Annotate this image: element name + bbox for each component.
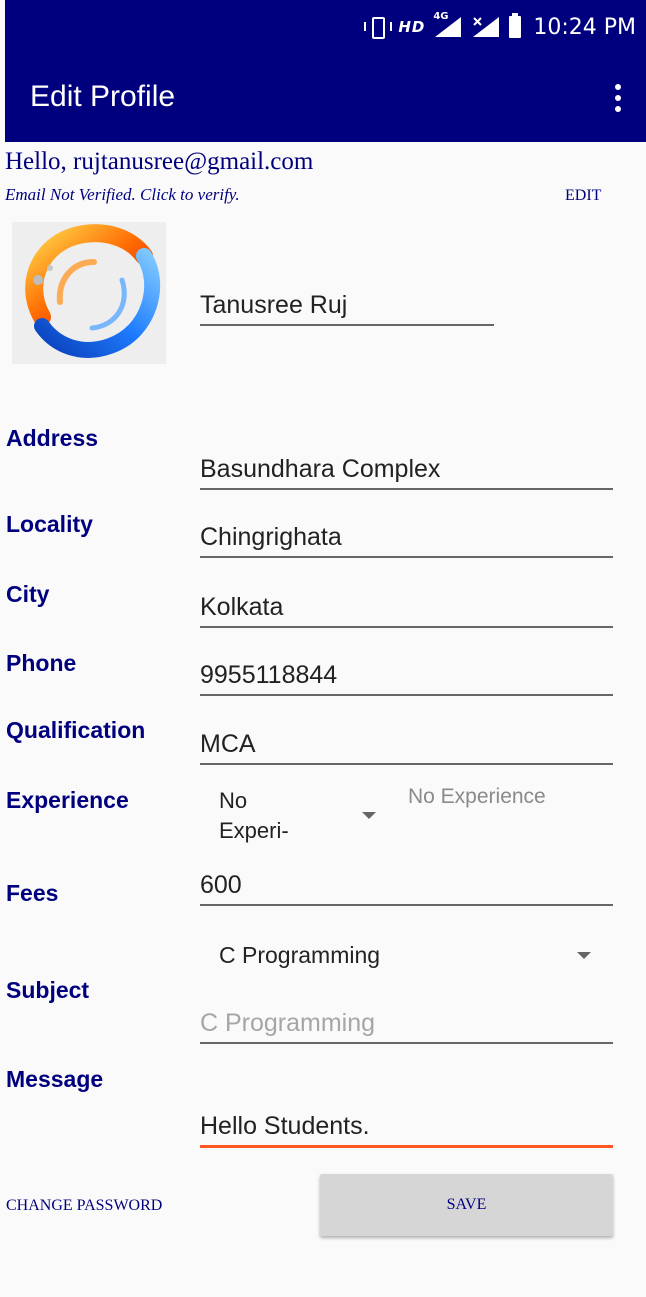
city-input[interactable]: Kolkata xyxy=(200,582,613,628)
qualification-input[interactable]: MCA xyxy=(200,719,613,765)
address-input[interactable]: Basundhara Complex xyxy=(200,444,613,490)
status-icons: HD 4G 10:24 PM xyxy=(364,11,636,42)
status-time: 10:24 PM xyxy=(533,14,636,40)
message-value: Hello Students. xyxy=(200,1112,370,1140)
name-input[interactable]: Tanusree Ruj xyxy=(200,282,494,326)
fees-input[interactable]: 600 xyxy=(200,860,613,906)
save-button[interactable]: SAVE xyxy=(320,1174,613,1236)
phone-input[interactable]: 9955118844 xyxy=(200,650,613,696)
status-bar: HD 4G 10:24 PM xyxy=(5,0,646,54)
locality-value: Chingrighata xyxy=(200,523,342,551)
network-gen-label: 4G xyxy=(433,11,449,22)
avatar[interactable] xyxy=(12,222,166,364)
subject-spinner[interactable]: C Programming xyxy=(200,930,613,980)
qualification-value: MCA xyxy=(200,730,256,758)
locality-input[interactable]: Chingrighata xyxy=(200,512,613,558)
edit-button[interactable]: EDIT xyxy=(565,187,601,205)
experience-selected-line1: No xyxy=(219,788,248,813)
fees-label: Fees xyxy=(6,880,59,906)
phone-label: Phone xyxy=(6,650,77,676)
locality-label: Locality xyxy=(6,511,93,537)
chevron-down-icon xyxy=(577,952,591,959)
address-value: Basundhara Complex xyxy=(200,455,441,483)
phone-value: 9955118844 xyxy=(200,661,338,689)
network-type-label: HD xyxy=(398,18,426,36)
subject-hint: C Programming xyxy=(200,1009,376,1037)
subject-label: Subject xyxy=(6,977,90,1003)
experience-selected-line2: Experi- xyxy=(219,818,289,843)
page-title: Edit Profile xyxy=(30,80,176,113)
message-label: Message xyxy=(6,1066,104,1092)
fees-value: 600 xyxy=(200,871,242,899)
message-input[interactable]: Hello Students. xyxy=(200,1101,613,1148)
signal-no-sim-icon xyxy=(471,15,501,39)
app-bar: Edit Profile xyxy=(5,54,646,142)
vibrate-icon xyxy=(364,16,393,39)
overflow-menu-icon[interactable] xyxy=(608,78,628,118)
name-value: Tanusree Ruj xyxy=(200,291,348,319)
qualification-label: Qualification xyxy=(6,717,146,743)
experience-hint: No Experience xyxy=(408,785,546,808)
subject-input[interactable]: C Programming xyxy=(200,998,613,1044)
city-value: Kolkata xyxy=(200,593,284,621)
battery-icon xyxy=(509,13,522,38)
signal-4g-icon: 4G xyxy=(433,11,463,39)
experience-spinner[interactable]: No Experi- xyxy=(200,780,390,860)
address-label: Address xyxy=(6,425,99,451)
chevron-down-icon xyxy=(362,812,376,819)
greeting-text: Hello, rujtanusree@gmail.com xyxy=(5,148,314,175)
subject-selected: C Programming xyxy=(219,942,381,968)
city-label: City xyxy=(6,581,50,607)
change-password-link[interactable]: CHANGE PASSWORD xyxy=(6,1197,162,1215)
fire-water-ring-image xyxy=(25,224,161,358)
verify-email-link[interactable]: Email Not Verified. Click to verify. xyxy=(5,185,240,205)
experience-label: Experience xyxy=(6,787,129,813)
